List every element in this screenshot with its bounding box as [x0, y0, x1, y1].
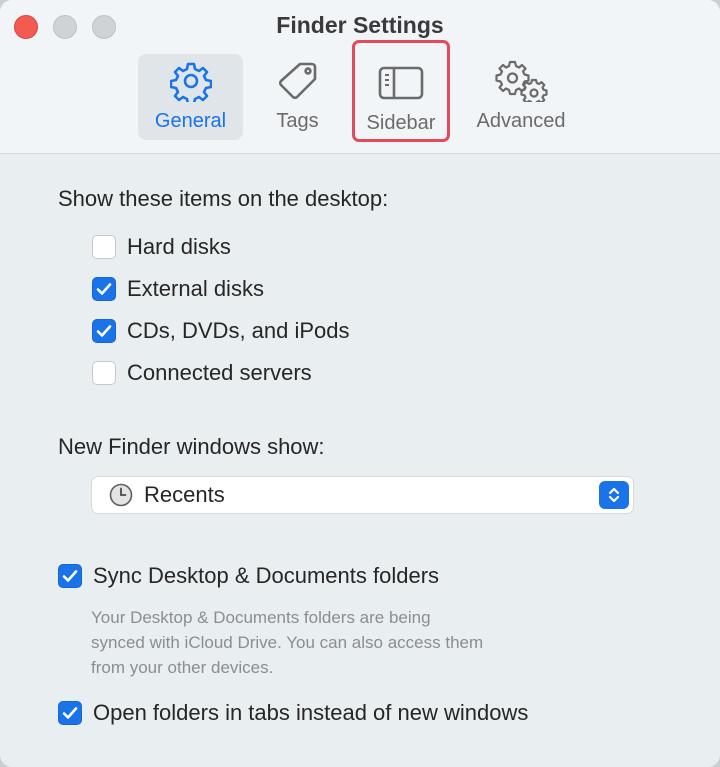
checkbox-unchecked-icon [92, 361, 116, 385]
checkmark-icon [92, 319, 116, 343]
checkbox-label: Sync Desktop & Documents folders [93, 563, 440, 588]
checkbox-label: CDs, DVDs, and iPods [127, 318, 350, 343]
tab-label: Sidebar [366, 112, 436, 134]
tab-sidebar[interactable]: Sidebar [352, 40, 450, 142]
external-disks-checkbox[interactable]: External disks [92, 276, 264, 302]
tag-icon [276, 60, 320, 102]
tab-general[interactable]: General [138, 54, 243, 140]
checkmark-icon [92, 277, 116, 301]
gear-icon [169, 60, 212, 102]
checkmark-icon [58, 564, 82, 588]
tab-advanced[interactable]: Advanced [462, 54, 580, 140]
finder-settings-window: Finder Settings General Tags Sidebar Adv… [0, 0, 720, 767]
toolbar: Finder Settings General Tags Sidebar Adv… [0, 0, 720, 154]
popup-value: Recents [144, 482, 225, 507]
connected-servers-checkbox[interactable]: Connected servers [92, 360, 312, 386]
gears-icon [494, 60, 548, 102]
tab-label: Advanced [476, 110, 566, 132]
checkbox-label: Hard disks [127, 234, 231, 259]
tab-label: Tags [276, 110, 319, 132]
open-in-tabs-checkbox[interactable]: Open folders in tabs instead of new wind… [58, 700, 528, 726]
checkbox-label: External disks [127, 276, 264, 301]
checkbox-label: Open folders in tabs instead of new wind… [93, 700, 529, 725]
desktop-items-label: Show these items on the desktop: [58, 186, 389, 211]
cds-dvds-ipods-checkbox[interactable]: CDs, DVDs, and iPods [92, 318, 350, 344]
note-line: Your Desktop & Documents folders are bei… [91, 608, 431, 627]
clock-icon [109, 483, 133, 507]
chevron-updown-icon[interactable] [599, 481, 629, 509]
checkbox-label: Connected servers [127, 360, 312, 385]
tab-label: General [154, 110, 227, 132]
checkmark-icon [58, 701, 82, 725]
note-line: synced with iCloud Drive. You can also a… [91, 633, 484, 652]
sidebar-icon [378, 62, 424, 104]
note-line: from your other devices. [91, 658, 274, 677]
checkbox-unchecked-icon [92, 235, 116, 259]
sync-description: Your Desktop & Documents folders are bei… [91, 605, 591, 680]
new-window-label: New Finder windows show: [58, 434, 325, 459]
hard-disks-checkbox[interactable]: Hard disks [92, 234, 231, 260]
tab-tags[interactable]: Tags [255, 54, 340, 140]
new-window-popup[interactable]: Recents [91, 476, 634, 514]
sync-desktop-checkbox[interactable]: Sync Desktop & Documents folders [58, 563, 439, 589]
window-title: Finder Settings [276, 12, 444, 38]
